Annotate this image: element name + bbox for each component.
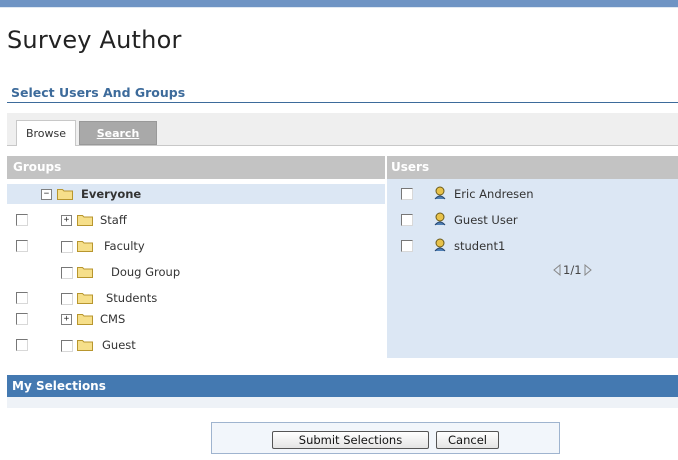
user-checkbox[interactable] bbox=[401, 214, 413, 226]
section-title: Select Users And Groups bbox=[11, 85, 186, 100]
group-checkbox[interactable] bbox=[16, 240, 28, 252]
my-selections-header: My Selections bbox=[7, 375, 678, 397]
group-checkbox[interactable] bbox=[16, 313, 28, 325]
collapse-icon[interactable]: − bbox=[41, 189, 52, 200]
group-checkbox[interactable] bbox=[16, 214, 28, 226]
group-label: Faculty bbox=[104, 239, 145, 253]
group-row-guest[interactable]: Guest bbox=[7, 335, 385, 355]
group-checkbox[interactable] bbox=[16, 339, 28, 351]
section-divider bbox=[7, 102, 678, 103]
user-row-student1[interactable]: student1 bbox=[387, 236, 678, 256]
folder-icon bbox=[77, 241, 93, 252]
my-selections-area bbox=[7, 397, 678, 408]
folder-icon bbox=[77, 314, 93, 325]
group-label: Students bbox=[106, 291, 158, 305]
folder-icon bbox=[77, 340, 93, 351]
tab-browse[interactable]: Browse bbox=[16, 120, 76, 146]
users-header: Users bbox=[387, 156, 678, 179]
group-label: Everyone bbox=[81, 187, 142, 201]
folder-icon bbox=[77, 215, 93, 226]
user-label: Guest User bbox=[454, 213, 518, 227]
user-icon bbox=[434, 212, 446, 226]
submit-selections-button[interactable]: Submit Selections bbox=[272, 431, 429, 449]
cancel-button[interactable]: Cancel bbox=[436, 431, 499, 449]
group-label: Staff bbox=[100, 213, 127, 227]
group-label: Doug Group bbox=[111, 265, 181, 279]
group-label: CMS bbox=[100, 312, 126, 326]
users-panel: Users Eric Andresen Guest User student1 … bbox=[387, 156, 678, 358]
prev-page-icon[interactable] bbox=[553, 264, 561, 276]
top-accent-bar bbox=[0, 0, 678, 7]
folder-icon bbox=[77, 293, 93, 304]
group-checkbox[interactable] bbox=[61, 293, 73, 305]
group-checkbox[interactable] bbox=[61, 340, 73, 352]
user-icon bbox=[434, 238, 446, 252]
group-checkbox[interactable] bbox=[61, 267, 73, 279]
expand-icon[interactable]: + bbox=[61, 215, 72, 226]
group-row-staff[interactable]: + Staff bbox=[7, 210, 385, 230]
group-row-doug-group[interactable]: Doug Group bbox=[7, 262, 385, 282]
user-row-guest-user[interactable]: Guest User bbox=[387, 210, 678, 230]
user-label: student1 bbox=[454, 239, 506, 253]
users-pager: 1/1 bbox=[553, 263, 592, 277]
action-button-box: Submit Selections Cancel bbox=[211, 422, 560, 454]
group-checkbox[interactable] bbox=[61, 241, 73, 253]
groups-header: Groups bbox=[7, 156, 385, 179]
user-label: Eric Andresen bbox=[454, 187, 534, 201]
top-accent-line bbox=[0, 7, 678, 8]
group-row-faculty[interactable]: Faculty bbox=[7, 236, 385, 256]
user-checkbox[interactable] bbox=[401, 240, 413, 252]
tab-search[interactable]: Search bbox=[79, 121, 157, 145]
page-indicator: 1/1 bbox=[563, 263, 582, 277]
expand-icon[interactable]: + bbox=[61, 314, 72, 325]
user-row-eric-andresen[interactable]: Eric Andresen bbox=[387, 184, 678, 204]
group-label: Guest bbox=[102, 338, 136, 352]
user-icon bbox=[434, 186, 446, 200]
tab-bar: Browse Search bbox=[7, 113, 678, 146]
next-page-icon[interactable] bbox=[584, 264, 592, 276]
page-title: Survey Author bbox=[7, 26, 182, 54]
folder-icon bbox=[57, 189, 73, 200]
group-row-students[interactable]: Students bbox=[7, 288, 385, 308]
group-checkbox[interactable] bbox=[16, 292, 28, 304]
folder-icon bbox=[77, 267, 93, 278]
group-row-cms[interactable]: + CMS bbox=[7, 309, 385, 329]
groups-panel: Groups − Everyone + Staff Faculty Doug G… bbox=[7, 156, 385, 358]
group-row-everyone[interactable]: − Everyone bbox=[7, 184, 385, 204]
user-checkbox[interactable] bbox=[401, 188, 413, 200]
